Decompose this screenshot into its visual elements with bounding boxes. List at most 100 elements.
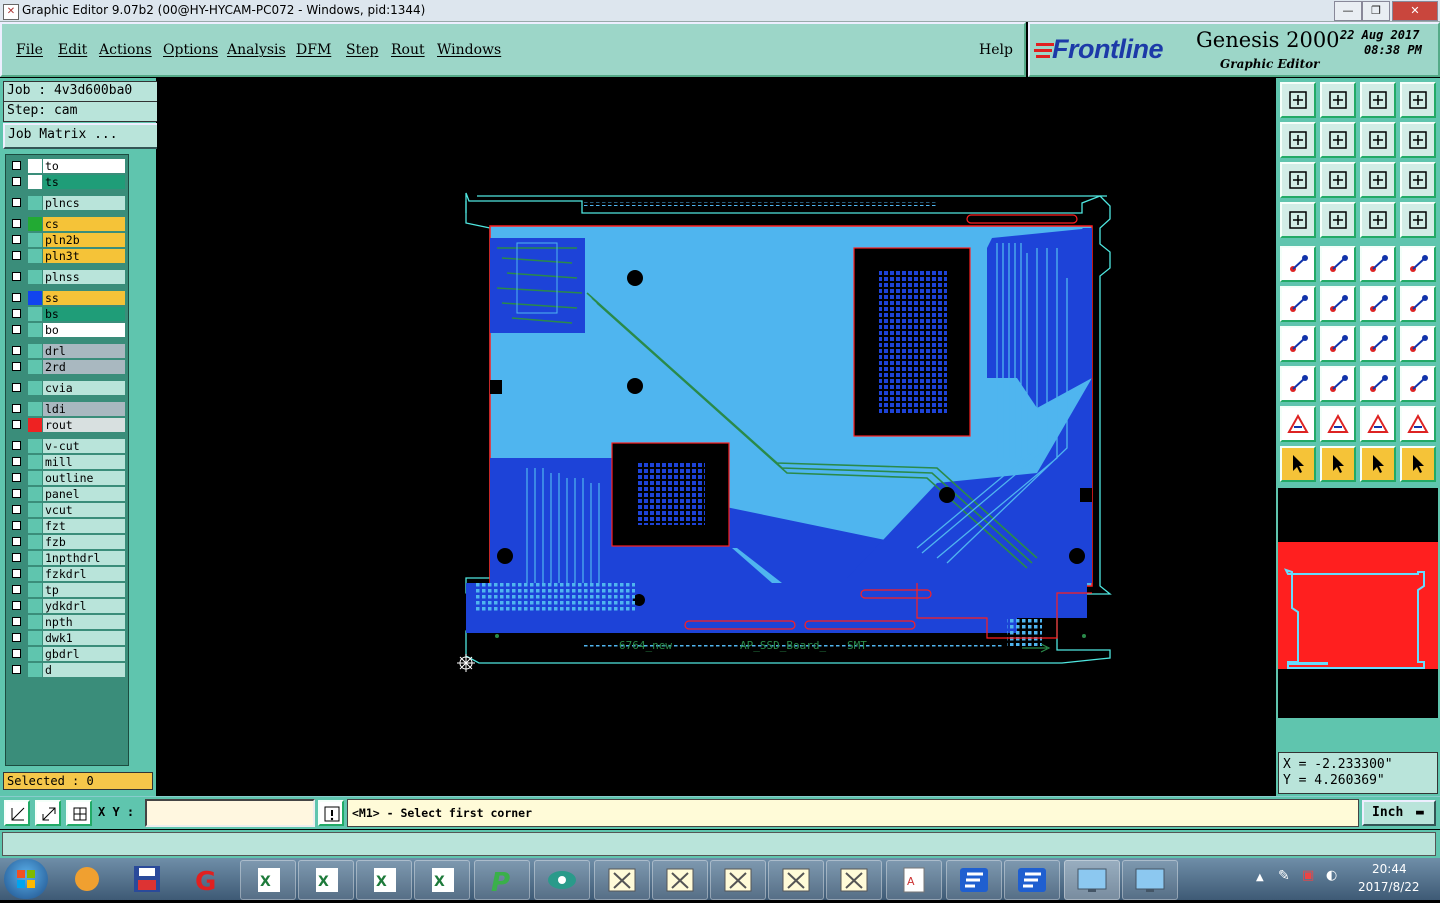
zoom-out-icon[interactable]: [1320, 162, 1356, 198]
taskbar-monitor-2-icon[interactable]: [1122, 860, 1178, 900]
layer-checkbox[interactable]: [12, 569, 21, 578]
layer-checkbox[interactable]: [12, 617, 21, 626]
layer-checkbox[interactable]: [12, 161, 21, 170]
flip-icon[interactable]: [1400, 326, 1436, 362]
layer-color-swatch[interactable]: [28, 471, 42, 485]
clock-date[interactable]: 2017/8/22: [1358, 880, 1420, 894]
layer-checkbox[interactable]: [12, 585, 21, 594]
layer-name[interactable]: ss: [43, 291, 125, 305]
layer-checkbox[interactable]: [12, 473, 21, 482]
layer-color-swatch[interactable]: [28, 418, 42, 432]
layer-checkbox[interactable]: [12, 649, 21, 658]
layer-row-cs[interactable]: cs: [8, 217, 126, 231]
taskbar-genesis-2-icon[interactable]: [652, 860, 708, 900]
layer-checkbox[interactable]: [12, 362, 21, 371]
layer-color-swatch[interactable]: [28, 233, 42, 247]
layer-name[interactable]: outline: [43, 471, 125, 485]
slope-icon[interactable]: [1320, 326, 1356, 362]
layer-compare-2-icon[interactable]: [1400, 202, 1436, 238]
layer-checkbox[interactable]: [12, 346, 21, 355]
taskbar-genesis-3-icon[interactable]: [710, 860, 766, 900]
select-icon[interactable]: [1280, 366, 1316, 402]
menu-edit[interactable]: Edit: [58, 42, 87, 58]
layer-color-swatch[interactable]: [28, 647, 42, 661]
layer-row-fzt[interactable]: fzt: [8, 519, 126, 533]
layer-name[interactable]: d: [43, 663, 125, 677]
layer-name[interactable]: plnss: [43, 270, 125, 284]
line-draw-icon[interactable]: [1320, 246, 1356, 282]
layer-color-swatch[interactable]: [28, 360, 42, 374]
layer-checkbox[interactable]: [12, 309, 21, 318]
triangle-1-icon[interactable]: [1280, 406, 1316, 442]
menu-analysis[interactable]: Analysis: [227, 42, 286, 58]
mirror-icon[interactable]: [1360, 122, 1396, 158]
layer-color-swatch[interactable]: [28, 344, 42, 358]
layer-name[interactable]: cs: [43, 217, 125, 231]
job-matrix-button[interactable]: Job Matrix ...: [3, 123, 160, 149]
grid-icon[interactable]: [66, 800, 92, 826]
home-icon[interactable]: [1360, 82, 1396, 118]
zoom-fit-icon[interactable]: [4, 800, 30, 826]
layer-color-swatch[interactable]: [28, 535, 42, 549]
layer-color-swatch[interactable]: [28, 439, 42, 453]
layer-checkbox[interactable]: [12, 219, 21, 228]
taskbar-document-icon[interactable]: A: [886, 860, 942, 900]
layer-row-plncs[interactable]: plncs: [8, 196, 126, 210]
layer-checkbox[interactable]: [12, 251, 21, 260]
layer-row-rout[interactable]: rout: [8, 418, 126, 432]
copy-icon[interactable]: [1400, 286, 1436, 322]
layer-checkbox[interactable]: [12, 553, 21, 562]
layer-checkbox[interactable]: [12, 420, 21, 429]
minimize-button[interactable]: —: [1334, 1, 1362, 21]
layer-color-swatch[interactable]: [28, 196, 42, 210]
split-view-icon[interactable]: [1400, 82, 1436, 118]
taskbar-genesis-4-icon[interactable]: [768, 860, 824, 900]
layer-row-tp[interactable]: tp: [8, 583, 126, 597]
grid-settings-icon[interactable]: [1320, 202, 1356, 238]
layer-checkbox[interactable]: [12, 601, 21, 610]
layer-name[interactable]: vcut: [43, 503, 125, 517]
layer-color-swatch[interactable]: [28, 323, 42, 337]
layer-row-mill[interactable]: mill: [8, 455, 126, 469]
menu-file[interactable]: File: [16, 42, 43, 58]
snap-settings-icon[interactable]: [1280, 202, 1316, 238]
taskbar-excel-1-icon[interactable]: X: [240, 860, 296, 900]
layer-name[interactable]: fzt: [43, 519, 125, 533]
layer-checkbox[interactable]: [12, 521, 21, 530]
tray-expand-icon[interactable]: ▲: [1256, 872, 1264, 883]
layer-row-ss[interactable]: ss: [8, 291, 126, 305]
layer-row-ts[interactable]: ts: [8, 175, 126, 189]
layer-name[interactable]: cvia: [43, 381, 125, 395]
overview-window[interactable]: [1278, 488, 1438, 718]
layer-name[interactable]: pln2b: [43, 233, 125, 247]
delete-icon[interactable]: [1320, 286, 1356, 322]
layer-name[interactable]: tp: [43, 583, 125, 597]
layer-row-panel[interactable]: panel: [8, 487, 126, 501]
layer-name[interactable]: dwk1: [43, 631, 125, 645]
menu-dfm[interactable]: DFM: [296, 42, 331, 58]
taskbar-frontline-1-icon[interactable]: [946, 860, 1002, 900]
layer-color-swatch[interactable]: [28, 402, 42, 416]
layer-row-cvia[interactable]: cvia: [8, 381, 126, 395]
move-icon[interactable]: [1360, 286, 1396, 322]
layer-name[interactable]: ts: [43, 175, 125, 189]
clock-time[interactable]: 20:44: [1372, 862, 1407, 876]
layer-name[interactable]: rout: [43, 418, 125, 432]
layer-color-swatch[interactable]: [28, 217, 42, 231]
layer-row-v-cut[interactable]: v-cut: [8, 439, 126, 453]
tray-app-icon[interactable]: ◐: [1326, 868, 1337, 883]
layer-name[interactable]: 2rd: [43, 360, 125, 374]
pointer-circle-icon[interactable]: [1360, 446, 1396, 482]
pointer-icon[interactable]: [1280, 446, 1316, 482]
rotate-icon[interactable]: [1360, 326, 1396, 362]
layer-row-drl[interactable]: drl: [8, 344, 126, 358]
scale-one-two-icon[interactable]: [1360, 162, 1396, 198]
layer-checkbox[interactable]: [12, 235, 21, 244]
layer-row-d[interactable]: d: [8, 663, 126, 677]
pan-right-icon[interactable]: [1320, 122, 1356, 158]
taskbar-app-g-icon[interactable]: G: [180, 860, 234, 898]
taskbar-frontline-2-icon[interactable]: [1004, 860, 1060, 900]
menu-options[interactable]: Options: [163, 42, 218, 58]
taskbar-genesis-5-icon[interactable]: [826, 860, 882, 900]
layer-checkbox[interactable]: [12, 177, 21, 186]
